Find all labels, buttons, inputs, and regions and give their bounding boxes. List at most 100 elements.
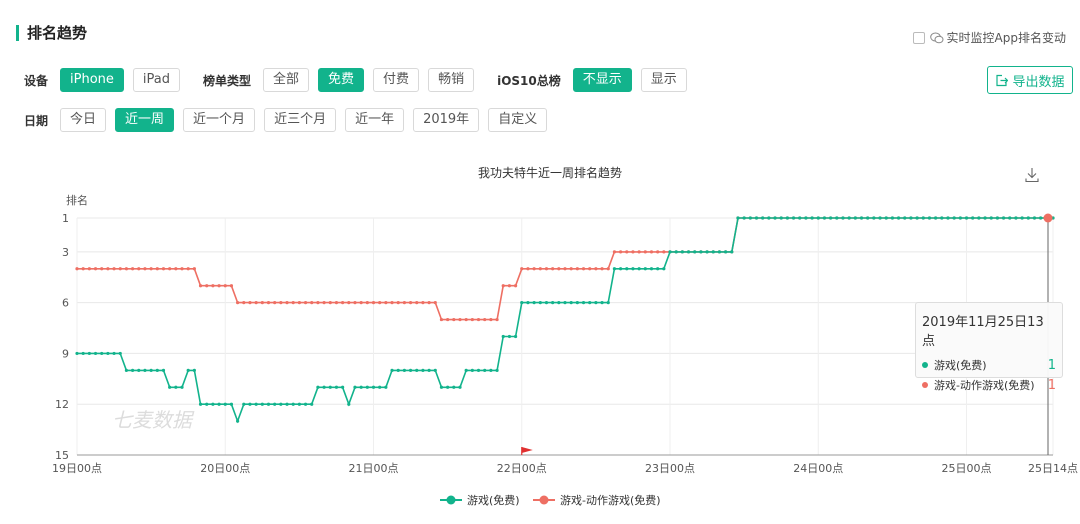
- data-point: [427, 368, 431, 372]
- data-point: [791, 216, 796, 220]
- flag-icon[interactable]: [521, 447, 533, 453]
- data-point: [822, 216, 827, 220]
- data-point: [779, 216, 783, 220]
- data-point: [798, 216, 802, 220]
- data-point: [433, 368, 437, 372]
- x-tick-label: 21日00点: [349, 462, 399, 475]
- data-point: [452, 385, 456, 389]
- data-point: [575, 301, 579, 305]
- x-tick-label: 24日00点: [793, 462, 843, 475]
- data-point: [563, 301, 567, 305]
- data-point: [458, 385, 462, 389]
- data-point: [662, 250, 666, 254]
- data-point: [334, 301, 339, 305]
- download-icon[interactable]: [1022, 164, 1042, 184]
- data-point: [513, 284, 518, 288]
- data-point: [446, 317, 450, 322]
- data-point: [594, 301, 598, 305]
- data-point: [1014, 216, 1018, 220]
- data-point: [124, 267, 129, 271]
- data-point: [538, 267, 542, 271]
- data-point: [569, 267, 573, 271]
- data-point: [507, 284, 512, 288]
- data-point: [229, 402, 234, 406]
- data-point: [291, 301, 295, 305]
- data-point: [180, 385, 184, 389]
- data-point: [940, 216, 944, 220]
- data-point: [717, 250, 722, 254]
- data-point: [909, 216, 913, 220]
- legend-swatch-dot: [446, 495, 456, 505]
- data-point: [470, 368, 474, 372]
- y-tick-label: 15: [55, 449, 69, 462]
- data-point: [229, 284, 234, 288]
- data-point: [310, 402, 314, 406]
- data-point: [198, 284, 203, 288]
- data-point: [730, 250, 734, 254]
- data-point: [439, 385, 444, 389]
- data-point: [168, 385, 172, 389]
- data-point: [192, 267, 196, 271]
- legend-item[interactable]: 游戏-动作游戏(免费): [533, 493, 661, 507]
- data-point: [137, 368, 141, 372]
- data-point: [248, 402, 252, 406]
- data-point: [297, 402, 301, 406]
- data-point: [464, 368, 468, 372]
- data-point: [835, 216, 839, 220]
- data-point: [847, 216, 851, 220]
- data-point: [106, 267, 110, 271]
- data-point: [489, 317, 493, 322]
- data-point: [285, 402, 289, 406]
- data-point: [501, 284, 505, 288]
- data-point: [643, 267, 647, 271]
- data-point: [223, 284, 227, 288]
- data-point: [625, 267, 629, 271]
- data-point: [637, 267, 641, 271]
- data-point: [1032, 216, 1037, 220]
- data-point: [310, 301, 314, 305]
- data-point: [476, 368, 481, 372]
- data-point: [520, 301, 524, 305]
- data-point: [93, 267, 98, 271]
- data-point: [378, 385, 382, 389]
- data-point: [303, 301, 308, 305]
- data-point: [872, 216, 876, 220]
- data-point: [1039, 216, 1043, 220]
- data-point: [711, 250, 715, 254]
- data-point: [198, 402, 203, 406]
- data-point: [674, 250, 678, 254]
- data-point: [649, 267, 654, 271]
- data-point: [829, 216, 833, 220]
- data-point: [680, 250, 684, 254]
- data-point: [384, 301, 388, 305]
- data-point: [656, 250, 660, 254]
- data-point: [544, 301, 549, 305]
- data-point: [347, 301, 351, 305]
- data-point: [390, 301, 394, 305]
- data-point: [427, 301, 431, 305]
- data-point: [618, 267, 623, 271]
- data-point: [124, 368, 129, 372]
- data-point: [699, 250, 703, 254]
- data-point: [322, 385, 326, 389]
- data-point: [174, 267, 178, 271]
- data-point: [205, 284, 209, 288]
- data-point: [149, 267, 153, 271]
- data-point: [328, 301, 332, 305]
- data-point: [934, 216, 938, 220]
- data-point: [866, 216, 870, 220]
- data-point: [81, 267, 85, 271]
- data-point: [915, 216, 919, 220]
- tooltip-row: 游戏-动作游戏(免费) 1: [922, 375, 1056, 395]
- legend-item[interactable]: 游戏(免费): [440, 493, 520, 507]
- data-point: [1001, 216, 1006, 220]
- data-point: [921, 216, 925, 220]
- data-point: [705, 250, 709, 254]
- tooltip-series-value: 1: [1047, 357, 1056, 373]
- data-point: [538, 301, 542, 305]
- data-point: [995, 216, 1000, 220]
- data-point: [903, 216, 907, 220]
- data-point: [236, 301, 240, 305]
- hover-point: [1043, 213, 1053, 223]
- data-point: [526, 267, 530, 271]
